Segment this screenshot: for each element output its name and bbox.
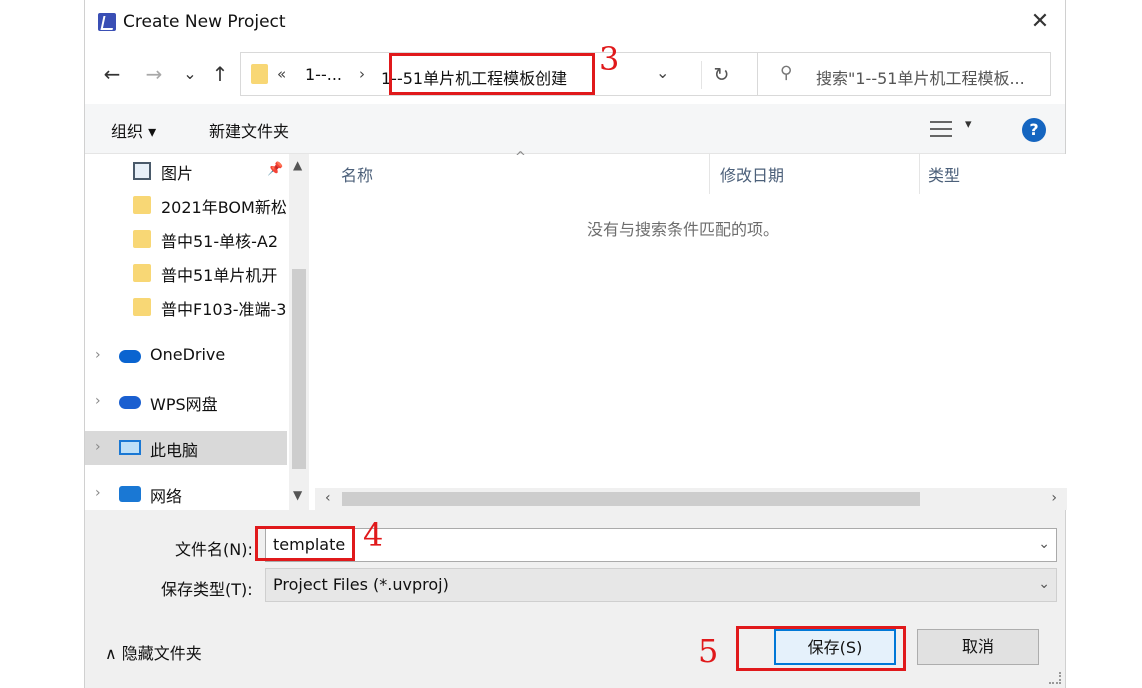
sidebar-item-label: 普中51单片机开 <box>161 266 278 285</box>
filetype-select[interactable]: Project Files (*.uvproj) ⌄ <box>265 568 1057 602</box>
save-form-area: 文件名(N): template ⌄ 保存类型(T): Project File… <box>85 510 1065 688</box>
filetype-value: Project Files (*.uvproj) <box>273 575 449 594</box>
sort-ascending-icon: ^ <box>515 150 526 165</box>
sidebar-item-folder[interactable]: 普中51单片机开 <box>85 256 287 290</box>
resize-grip[interactable] <box>1049 672 1061 684</box>
sidebar-item-network[interactable]: › 网络 <box>85 477 287 510</box>
new-folder-button[interactable]: 新建文件夹 <box>209 118 289 142</box>
forward-button[interactable]: → <box>141 60 167 88</box>
close-button[interactable]: ✕ <box>1023 6 1057 38</box>
recent-locations-button[interactable]: ⌄ <box>177 60 203 88</box>
breadcrumb-parent[interactable]: 1--... <box>305 65 342 84</box>
sidebar-item-label: 2021年BOM新松 <box>161 198 287 217</box>
sidebar-item-onedrive[interactable]: › OneDrive <box>85 339 287 373</box>
annotation-box-filename <box>255 526 355 561</box>
filename-label: 文件名(N): <box>175 540 253 559</box>
sidebar-scrollbar[interactable]: ▲ ▼ <box>289 154 309 510</box>
sidebar-item-label: 普中F103-准端-3 <box>161 300 287 319</box>
column-header-name[interactable]: 名称 <box>341 162 373 186</box>
search-box[interactable]: ⚲ 搜索"1--51单片机工程模板... <box>757 52 1051 96</box>
pictures-icon <box>133 162 151 180</box>
chevron-down-icon[interactable]: ⌄ <box>1038 536 1050 552</box>
hide-folders-toggle[interactable]: ∧ 隐藏文件夹 <box>105 640 202 664</box>
scroll-thumb[interactable] <box>292 269 306 469</box>
column-divider[interactable] <box>709 154 710 194</box>
sidebar-item-label: 此电脑 <box>150 441 199 460</box>
horizontal-scrollbar[interactable]: ‹ › <box>315 488 1067 510</box>
computer-icon <box>119 440 141 455</box>
search-icon: ⚲ <box>780 63 793 83</box>
expand-chevron-icon[interactable]: › <box>95 393 101 409</box>
scroll-left-icon[interactable]: ‹ <box>325 490 331 506</box>
breadcrumb-separator: › <box>359 65 365 83</box>
folder-icon <box>251 64 268 84</box>
sidebar-item-folder[interactable]: 2021年BOM新松 <box>85 188 287 222</box>
scroll-right-icon[interactable]: › <box>1051 490 1057 506</box>
scroll-up-icon[interactable]: ▲ <box>293 158 302 172</box>
sidebar-item-wps[interactable]: › WPS网盘 <box>85 385 287 419</box>
sidebar-item-label: 普中51-单核-A2 <box>161 232 279 251</box>
filetype-label: 保存类型(T): <box>161 580 253 599</box>
wps-cloud-icon <box>119 396 141 409</box>
empty-results-message: 没有与搜索条件匹配的项。 <box>587 220 780 239</box>
sidebar-item-pictures[interactable]: 图片 📌 <box>85 154 287 188</box>
address-dropdown[interactable]: ⌄ <box>656 63 669 82</box>
navigation-pane: 图片 📌 2021年BOM新松 普中51-单核-A2 普中51单片机开 普中F1… <box>85 154 309 510</box>
chevron-down-icon[interactable]: ⌄ <box>1038 576 1050 592</box>
command-toolbar: 组织 ▾ 新建文件夹 ▾ ? <box>85 104 1065 154</box>
dialog-title: Create New Project <box>123 12 286 32</box>
create-project-dialog: Create New Project ✕ ← → ⌄ ↑ « 1--... › … <box>84 0 1067 688</box>
breadcrumb-overflow[interactable]: « <box>277 65 286 83</box>
folder-icon <box>133 264 151 282</box>
sidebar-item-label: 网络 <box>150 487 183 506</box>
view-dropdown[interactable]: ▾ <box>965 117 972 132</box>
uvision-app-icon <box>98 13 116 31</box>
sidebar-item-label: 图片 <box>161 164 194 183</box>
expand-chevron-icon[interactable]: › <box>95 347 101 363</box>
folder-icon <box>133 196 151 214</box>
sidebar-item-label: OneDrive <box>150 345 226 364</box>
title-bar: Create New Project ✕ <box>85 0 1065 44</box>
folder-icon <box>133 230 151 248</box>
scroll-thumb[interactable] <box>342 492 920 506</box>
up-button[interactable]: ↑ <box>207 60 233 88</box>
annotation-box-save <box>736 626 906 671</box>
pin-icon: 📌 <box>267 162 284 177</box>
sidebar-item-folder[interactable]: 普中51-单核-A2 <box>85 222 287 256</box>
column-header-date[interactable]: 修改日期 <box>720 162 784 186</box>
help-icon[interactable]: ? <box>1022 118 1046 142</box>
sidebar-item-label: WPS网盘 <box>150 395 218 414</box>
filename-input[interactable]: template ⌄ <box>265 528 1057 562</box>
annotation-box-breadcrumb <box>389 53 595 95</box>
expand-chevron-icon[interactable]: › <box>95 439 101 455</box>
back-button[interactable]: ← <box>99 60 125 88</box>
annotation-step-5: 5 <box>698 632 719 670</box>
sidebar-item-folder[interactable]: 普中F103-准端-3 <box>85 290 287 324</box>
annotation-step-4: 4 <box>363 516 384 554</box>
network-icon <box>119 486 141 502</box>
column-divider[interactable] <box>919 154 920 194</box>
sidebar-item-this-pc[interactable]: › 此电脑 <box>85 431 287 465</box>
refresh-button[interactable]: ↻ <box>701 61 741 89</box>
view-options-icon[interactable] <box>930 121 952 137</box>
expand-chevron-icon[interactable]: › <box>95 485 101 501</box>
file-list: ^ 名称 修改日期 类型 没有与搜索条件匹配的项。 ‹ › <box>315 150 1067 510</box>
search-placeholder: 搜索"1--51单片机工程模板... <box>816 69 1025 88</box>
scroll-down-icon[interactable]: ▼ <box>293 488 302 502</box>
organize-menu[interactable]: 组织 ▾ <box>111 118 156 142</box>
cancel-button[interactable]: 取消 <box>917 629 1039 665</box>
annotation-step-3: 3 <box>599 40 620 78</box>
folder-icon <box>133 298 151 316</box>
onedrive-icon <box>119 350 141 363</box>
column-header-type[interactable]: 类型 <box>928 162 960 186</box>
